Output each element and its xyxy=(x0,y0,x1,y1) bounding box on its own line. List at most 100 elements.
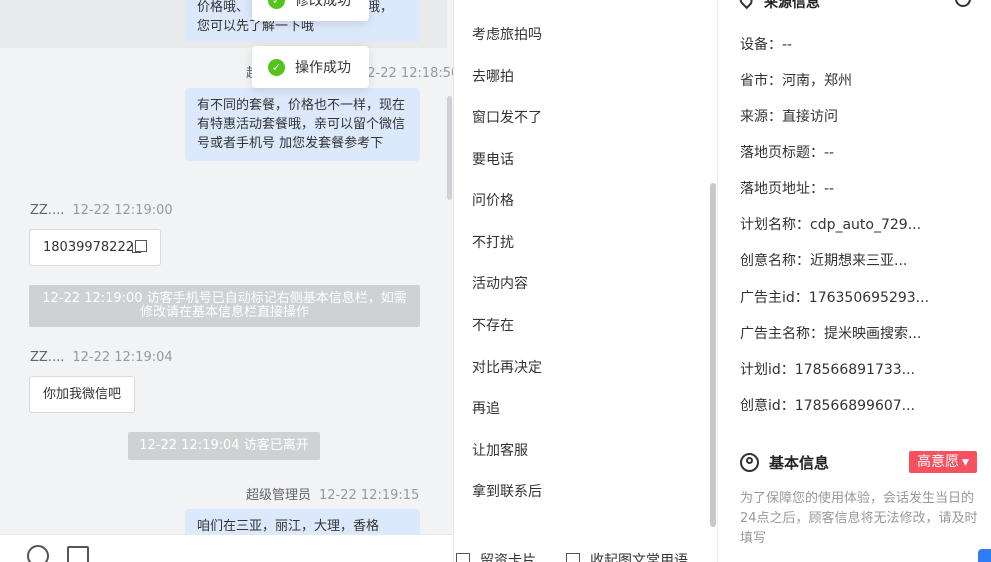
chat-bubble-visitor: 你加我微信吧 xyxy=(29,376,136,413)
document-icon xyxy=(566,553,580,562)
lead-card-button[interactable]: 留资卡片 xyxy=(456,550,536,562)
quick-reply-item[interactable]: 活动内容 xyxy=(472,273,528,293)
quick-reply-item[interactable]: 问价格 xyxy=(472,190,514,210)
field-value: 提米映画搜索... xyxy=(824,326,922,342)
quick-reply-item[interactable]: 对比再决定 xyxy=(472,357,542,377)
info-field-plan-name: 计划名称：cdp_auto_729... xyxy=(740,214,921,234)
chat-bubble-agent: 有不同的套餐，价格也不一样，现在有特惠活动套餐哦，亲可以留个微信号或者手机号 加… xyxy=(185,88,420,161)
source-info-title: 来源信息 xyxy=(736,0,820,12)
field-label: 计划id： xyxy=(740,362,795,378)
field-value: 176350695293... xyxy=(808,290,930,306)
quick-reply-item[interactable]: 要电话 xyxy=(472,149,514,169)
bubble-text: 哦， xyxy=(367,0,394,15)
toast-success: ✓ 操作成功 xyxy=(252,46,369,88)
field-value: 近期想来三亚... xyxy=(810,253,908,269)
basic-info-label: 基本信息 xyxy=(769,454,830,472)
app-root: 价格哦、哦， 您可以先了解一下哦 超12-22 12:18:50 有不同的套餐，… xyxy=(0,0,991,562)
bubble-text: 价格哦、 xyxy=(197,0,250,15)
message-meta: ZZ.... 12-22 12:19:04 xyxy=(30,350,173,365)
basic-info-title: 基本信息 xyxy=(740,452,829,473)
info-field-source: 来源：直接访问 xyxy=(740,106,838,126)
field-value: 178566891733... xyxy=(794,362,916,378)
check-circle-icon: ✓ xyxy=(268,0,285,9)
message-meta: ZZ.... 12-22 12:19:00 xyxy=(30,203,173,218)
chat-panel: 价格哦、哦， 您可以先了解一下哦 超12-22 12:18:50 有不同的套餐，… xyxy=(0,0,454,562)
field-value: 河南，郑州 xyxy=(782,73,852,89)
copy-icon[interactable] xyxy=(131,240,147,253)
chat-toolbar xyxy=(0,534,453,562)
field-value: -- xyxy=(824,145,835,161)
location-pin-icon xyxy=(736,0,756,10)
check-circle-icon: ✓ xyxy=(268,58,285,76)
caret-down-icon: ▼ xyxy=(962,458,969,468)
image-icon[interactable] xyxy=(67,546,89,562)
toast-text: 修改成功 xyxy=(295,0,351,9)
collapse-phrases-label: 收起图文常用语 xyxy=(590,553,688,562)
intent-dropdown[interactable]: 高意愿 ▼ xyxy=(909,451,977,473)
quick-reply-scrollbar[interactable] xyxy=(710,183,716,527)
field-label: 落地页标题： xyxy=(740,145,824,161)
info-field-creative-name: 创意名称：近期想来三亚... xyxy=(740,250,907,270)
quick-reply-panel: 考虑旅拍吗 去哪拍 窗口发不了 要电话 问价格 不打扰 活动内容 不存在 对比再… xyxy=(454,0,718,562)
toast-success: ✓ 修改成功 xyxy=(252,0,369,21)
collapse-phrases-button[interactable]: 收起图文常用语 xyxy=(566,550,688,562)
floating-action-button[interactable] xyxy=(978,549,991,562)
info-field-advertiser-id: 广告主id：176350695293... xyxy=(740,287,929,307)
field-value: -- xyxy=(824,181,835,197)
quick-reply-item[interactable]: 考虑旅拍吗 xyxy=(472,24,542,44)
field-value: 直接访问 xyxy=(782,109,838,125)
field-label: 广告主名称： xyxy=(740,326,824,342)
quick-reply-item[interactable]: 窗口发不了 xyxy=(472,107,542,127)
chat-bubble-agent: 咱们在三亚，丽江，大理，香格 xyxy=(185,509,420,534)
info-field-device: 设备：-- xyxy=(740,34,792,54)
field-label: 落地页地址： xyxy=(740,181,824,197)
field-label: 广告主id： xyxy=(740,290,809,306)
lead-card-label: 留资卡片 xyxy=(480,553,536,562)
quick-reply-item[interactable]: 让加客服 xyxy=(472,440,528,460)
info-field-plan-id: 计划id：178566891733... xyxy=(740,359,915,379)
field-label: 省市： xyxy=(740,73,782,89)
quick-reply-item[interactable]: 去哪拍 xyxy=(472,66,514,86)
shield-icon[interactable] xyxy=(955,0,971,7)
field-value: -- xyxy=(782,37,793,53)
chat-scrollbar[interactable] xyxy=(447,96,452,200)
emoji-icon[interactable] xyxy=(27,545,49,562)
info-field-advertiser-name: 广告主名称：提米映画搜索... xyxy=(740,323,921,343)
field-label: 创意id： xyxy=(740,398,795,414)
toast-text: 操作成功 xyxy=(295,60,351,76)
field-label: 计划名称： xyxy=(740,217,810,233)
chat-messages[interactable]: 价格哦、哦， 您可以先了解一下哦 超12-22 12:18:50 有不同的套餐，… xyxy=(0,0,454,534)
message-time: 12-22 12:19:04 xyxy=(72,350,173,365)
sender-name: 超级管理员 xyxy=(246,488,312,503)
sender-name: ZZ.... xyxy=(30,203,65,218)
quick-reply-item[interactable]: 再追 xyxy=(472,398,500,418)
message-time: 12-22 12:19:00 xyxy=(72,203,173,218)
message-time: 12-22 12:19:15 xyxy=(319,488,420,503)
card-icon xyxy=(456,553,470,562)
source-info-label: 来源信息 xyxy=(764,0,820,11)
quick-reply-item[interactable]: 不打扰 xyxy=(472,232,514,252)
info-field-region: 省市：河南，郑州 xyxy=(740,70,852,90)
info-field-landing-title: 落地页标题：-- xyxy=(740,142,834,162)
phone-number: 18039978222 xyxy=(43,240,134,255)
quick-reply-item[interactable]: 拿到联系后 xyxy=(472,481,542,501)
info-field-landing-url: 落地页地址：-- xyxy=(740,178,834,198)
system-notice: 12-22 12:19:00 访客手机号已自动标记右侧基本信息栏，如需修改请在基… xyxy=(29,285,420,327)
quick-reply-item[interactable]: 不存在 xyxy=(472,315,514,335)
message-time: 12-22 12:18:50 xyxy=(359,66,454,81)
edit-hint: 为了保障您的使用体验，会话发生当日的24点之后，顾客信息将无法修改，请及时填写 xyxy=(740,491,978,546)
visitor-info-panel: 来源信息 设备：-- 省市：河南，郑州 来源：直接访问 落地页标题：-- 落地页… xyxy=(718,0,991,562)
sender-name: ZZ.... xyxy=(30,350,65,365)
field-label: 来源： xyxy=(740,109,782,125)
field-value: 178566899607... xyxy=(794,398,916,414)
quick-reply-footer: 留资卡片 收起图文常用语 xyxy=(454,540,718,562)
chat-bubble-visitor: 18039978222 xyxy=(29,229,161,266)
intent-label: 高意愿 xyxy=(917,454,959,470)
field-value: cdp_auto_729... xyxy=(810,217,922,233)
user-icon xyxy=(740,453,759,472)
info-field-creative-id: 创意id：178566899607... xyxy=(740,395,915,415)
system-notice: 12-22 12:19:04 访客已离开 xyxy=(128,432,320,460)
field-label: 设备： xyxy=(740,37,782,53)
field-label: 创意名称： xyxy=(740,253,810,269)
message-meta: 超级管理员 12-22 12:19:15 xyxy=(246,484,419,503)
